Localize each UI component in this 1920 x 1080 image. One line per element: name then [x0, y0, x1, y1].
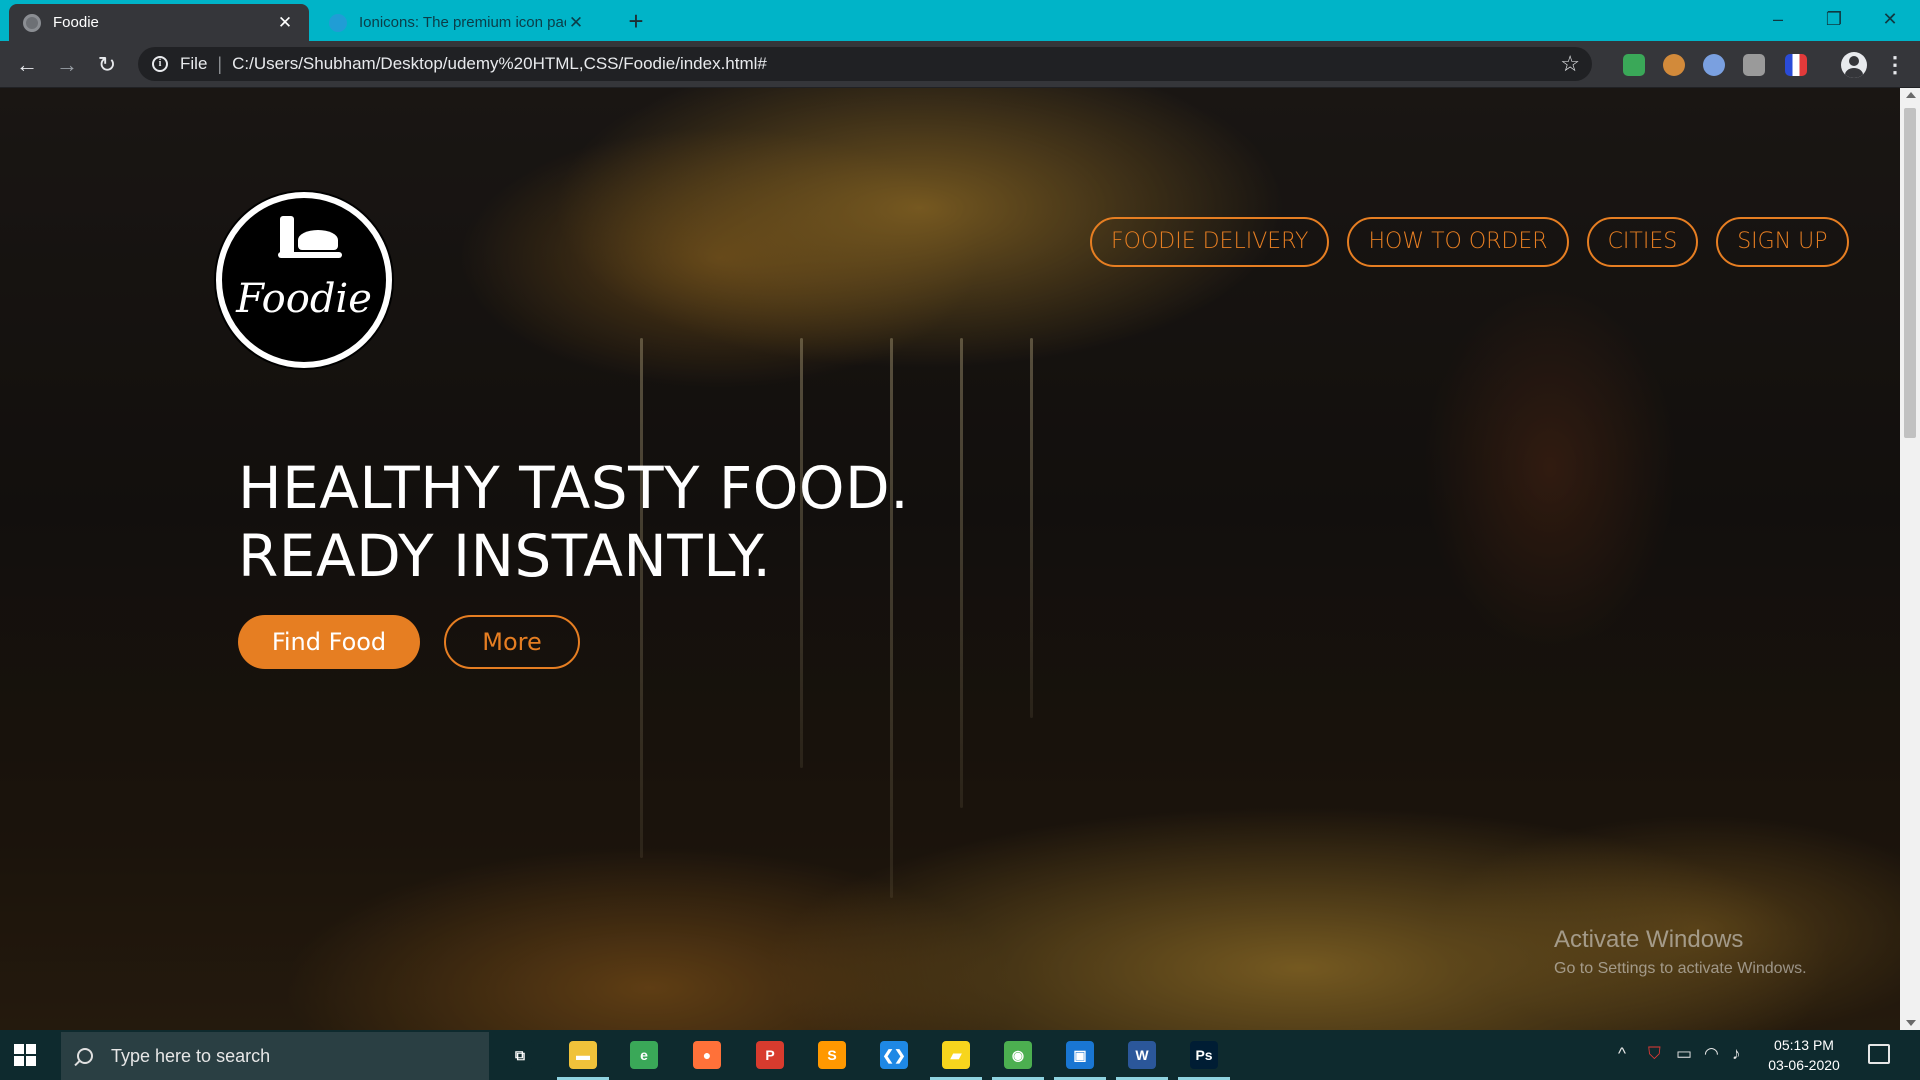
hero-heading-line1: HEALTHY TASTY FOOD. — [238, 454, 910, 522]
window-close-button[interactable]: ✕ — [1862, 4, 1918, 34]
browser-toolbar: ← → ↻ i File | C:/Users/Shubham/Desktop/… — [0, 41, 1920, 88]
word-icon[interactable]: W — [1128, 1041, 1156, 1069]
reload-button[interactable]: ↻ — [91, 49, 123, 81]
windows-taskbar: Type here to search ⧉ ▬ e ● P S ❮❯ ▰ ◉ ▣ W Ps ^ ⛉ ▭… — [0, 1030, 1920, 1080]
plate-icon — [278, 252, 342, 258]
clock-time: 05:13 PM — [1774, 1037, 1834, 1053]
forward-button[interactable]: → — [51, 49, 83, 81]
notification-icon[interactable] — [1868, 1044, 1890, 1064]
nav-cities[interactable]: CITIES — [1586, 217, 1699, 267]
extension-flag-icon[interactable] — [1785, 54, 1807, 76]
volume-icon[interactable]: ♪ — [1732, 1044, 1741, 1064]
hero-heading: HEALTHY TASTY FOOD. READY INSTANTLY. — [238, 454, 909, 590]
watermark-title: Activate Windows — [1554, 926, 1744, 953]
shield-icon[interactable]: ⛉ — [1648, 1044, 1661, 1064]
new-tab-button[interactable]: + — [622, 7, 650, 35]
minimize-button[interactable]: – — [1750, 4, 1806, 34]
address-bar[interactable]: i File | C:/Users/Shubham/Desktop/udemy%… — [138, 47, 1592, 81]
task-view-icon[interactable]: ⧉ — [506, 1041, 534, 1069]
restore-button[interactable]: ❐ — [1806, 4, 1862, 34]
photoshop-icon[interactable]: Ps — [1190, 1041, 1218, 1069]
nav-foodie-delivery[interactable]: FOODIE DELIVERY — [1090, 217, 1330, 267]
more-button[interactable]: More — [444, 615, 580, 669]
chrome-icon[interactable]: ◉ — [1004, 1041, 1032, 1069]
vs-code-icon[interactable]: ❮❯ — [880, 1041, 908, 1069]
search-icon — [77, 1048, 93, 1064]
wifi-icon[interactable]: ◠ — [1704, 1044, 1719, 1064]
tab-title: Foodie — [53, 14, 99, 31]
back-button[interactable]: ← — [11, 49, 43, 81]
close-icon[interactable]: ✕ — [275, 13, 295, 33]
tab-strip: Foodie ✕ Ionicons: The premium icon pack… — [0, 0, 1920, 41]
activate-windows-watermark: Activate Windows Go to Settings to activ… — [1554, 926, 1807, 978]
search-placeholder: Type here to search — [111, 1045, 271, 1066]
tab-ionicons[interactable]: Ionicons: The premium icon pack ✕ — [315, 4, 600, 41]
url-separator: | — [217, 53, 223, 74]
url-text[interactable]: C:/Users/Shubham/Desktop/udemy%20HTML,CS… — [232, 54, 767, 74]
tray-chevron-icon[interactable]: ^ — [1618, 1044, 1626, 1064]
nav-sign-up[interactable]: SIGN UP — [1716, 217, 1849, 267]
foodie-logo[interactable]: Foodie — [216, 192, 392, 368]
profile-avatar-icon[interactable] — [1841, 52, 1867, 78]
extension-edge-icon[interactable] — [1623, 54, 1645, 76]
bottle-icon — [280, 216, 294, 256]
file-explorer-icon[interactable]: ▬ — [569, 1041, 597, 1069]
page-viewport: Foodie FOODIE DELIVERY HOW TO ORDER CITI… — [0, 88, 1900, 1030]
tab-foodie[interactable]: Foodie ✕ — [9, 4, 309, 41]
scroll-thumb[interactable] — [1904, 108, 1916, 438]
clock-date: 03-06-2020 — [1768, 1057, 1840, 1073]
taskbar-search[interactable]: Type here to search — [61, 1032, 489, 1080]
battery-icon[interactable]: ▭ — [1676, 1044, 1692, 1064]
food-icon — [298, 230, 338, 250]
system-clock[interactable]: 05:13 PM 03-06-2020 — [1766, 1035, 1842, 1075]
app-p-icon[interactable]: P — [756, 1041, 784, 1069]
app-box-icon[interactable]: ▣ — [1066, 1041, 1094, 1069]
watermark-subtitle: Go to Settings to activate Windows. — [1554, 960, 1807, 977]
firefox-icon[interactable]: ● — [693, 1041, 721, 1069]
bookmark-star-icon[interactable]: ☆ — [1560, 51, 1580, 77]
browser-menu-icon[interactable]: ⋮ — [1884, 49, 1906, 81]
nav-how-to-order[interactable]: HOW TO ORDER — [1347, 217, 1569, 267]
sticky-notes-icon[interactable]: ▰ — [942, 1041, 970, 1069]
sublime-text-icon[interactable]: S — [818, 1041, 846, 1069]
close-icon[interactable]: ✕ — [566, 13, 586, 33]
extension-gray-icon[interactable] — [1743, 54, 1765, 76]
scroll-down-icon[interactable] — [1906, 1020, 1916, 1026]
url-scheme: File — [180, 54, 208, 73]
page-scrollbar[interactable] — [1900, 88, 1920, 1030]
edge-beta-icon[interactable]: e — [630, 1041, 658, 1069]
find-food-button[interactable]: Find Food — [238, 615, 420, 669]
extension-eyes-icon[interactable] — [1703, 54, 1725, 76]
cookie-extension-icon[interactable] — [1663, 54, 1685, 76]
info-icon[interactable]: i — [152, 56, 168, 72]
scroll-up-icon[interactable] — [1906, 92, 1916, 98]
globe-icon — [23, 13, 41, 32]
tab-title: Ionicons: The premium icon pack — [359, 14, 566, 31]
ionicons-icon — [329, 13, 347, 32]
windows-start-icon[interactable] — [14, 1044, 36, 1066]
hero-heading-line2: READY INSTANTLY. — [238, 522, 772, 590]
main-nav: FOODIE DELIVERY HOW TO ORDER CITIES SIGN… — [1090, 217, 1849, 267]
logo-text: Foodie — [236, 276, 372, 322]
